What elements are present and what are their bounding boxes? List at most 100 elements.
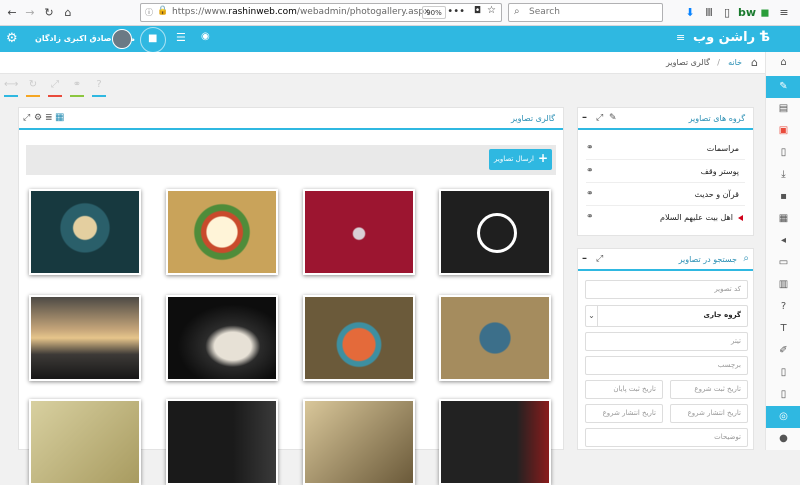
fullscreen-icon[interactable]: ⤢ xyxy=(48,79,62,97)
label-field[interactable]: برچسب xyxy=(585,356,748,375)
sidebar-grid-icon[interactable]: ▦ xyxy=(766,208,800,230)
title-field[interactable]: تیتر xyxy=(585,332,748,351)
hamburger-icon[interactable]: ≡ xyxy=(676,31,685,44)
chevron-down-icon[interactable]: ⌄ xyxy=(586,306,598,326)
list-view-icon[interactable]: ≣ xyxy=(45,113,53,123)
gallery-image[interactable] xyxy=(166,399,278,485)
sidebar-copy-icon[interactable]: ▯ xyxy=(766,384,800,406)
list-item[interactable]: پوستر وقف ⚭ xyxy=(586,161,745,183)
image-search-title: جستجو در تصاویر xyxy=(678,255,737,264)
search-bar[interactable]: ⌕ xyxy=(508,3,663,22)
gallery-image[interactable] xyxy=(166,295,278,381)
link-icon[interactable]: ⚭ xyxy=(586,212,594,222)
zoom-level[interactable]: 90% xyxy=(422,6,446,19)
image-groups-header: گروه های تصاویر – ⤢ ✎ xyxy=(578,108,753,130)
registration-start-field[interactable]: تاریخ ثبت شروع xyxy=(670,380,748,399)
url-text[interactable]: https://www.rashinweb.com/webadmin/photo… xyxy=(172,7,429,17)
browser-toolbar: ← → ↻ ⌂ ⓘ 🔒 https://www.rashinweb.com/we… xyxy=(0,0,800,26)
link-icon[interactable]: ⚭ xyxy=(70,79,84,97)
gallery-image[interactable] xyxy=(29,295,141,381)
search-icon: ⌕ xyxy=(514,6,520,17)
search-icon: ⌕ xyxy=(743,253,749,264)
forward-icon[interactable]: → xyxy=(22,5,38,21)
help-icon[interactable]: ? xyxy=(92,79,106,97)
publish-end-field[interactable]: تاریخ انتشار شروع xyxy=(585,404,663,423)
chat-icon: ■ xyxy=(148,33,158,44)
sidebar-pin-icon[interactable]: ✐ xyxy=(766,340,800,362)
messages-button[interactable]: ■ xyxy=(140,27,166,53)
gallery-image[interactable] xyxy=(439,189,551,275)
gallery-image[interactable] xyxy=(303,189,415,275)
edit-icon[interactable]: ✎ xyxy=(609,113,617,123)
sidebar-home-icon[interactable]: ⌂ xyxy=(766,52,800,74)
gear-icon[interactable]: ⚙ xyxy=(6,31,18,46)
gallery-image[interactable] xyxy=(166,189,278,275)
expand-icon[interactable]: ⤢ xyxy=(596,113,603,123)
list-item[interactable]: اهل بیت علیهم السلام ⚭ xyxy=(586,207,745,229)
link-icon[interactable]: ⚭ xyxy=(586,189,594,199)
breadcrumb-home[interactable]: خانه xyxy=(728,58,742,67)
menu-icon[interactable]: ≡ xyxy=(776,5,792,21)
sidebar-edit-icon[interactable]: ✎ xyxy=(766,76,800,98)
extension-tag-icon[interactable]: ◼ xyxy=(757,5,773,21)
grid-view-icon[interactable]: ▦ xyxy=(55,112,64,123)
pocket-icon[interactable]: ◘ xyxy=(474,6,481,16)
back-icon[interactable]: ← xyxy=(4,5,20,21)
settings-icon[interactable]: ⚙ xyxy=(34,113,42,123)
search-input[interactable] xyxy=(529,7,649,17)
sidebar-document-icon[interactable]: ▯ xyxy=(766,142,800,164)
collapse-icon[interactable]: – xyxy=(582,112,587,123)
more-actions-icon[interactable]: ••• xyxy=(447,6,465,17)
publish-start-field[interactable]: تاریخ انتشار شروع xyxy=(670,404,748,423)
bookmark-star-icon[interactable]: ☆ xyxy=(487,5,496,16)
link-icon[interactable]: ⚭ xyxy=(586,143,594,153)
sidebar-card-icon[interactable]: ▤ xyxy=(766,98,800,120)
sidebar-question-icon[interactable]: ? xyxy=(766,296,800,318)
sidebar-save-icon[interactable]: ▪ xyxy=(766,186,800,208)
sidebar-layout-icon[interactable]: ▥ xyxy=(766,274,800,296)
info-icon[interactable]: ⓘ xyxy=(145,7,153,18)
expand-icon[interactable]: ⤢ xyxy=(596,254,603,264)
gallery-image[interactable] xyxy=(439,295,551,381)
sidebar-volume-icon[interactable]: ◂ xyxy=(766,230,800,252)
sidebar-image-icon[interactable]: ▣ xyxy=(766,120,800,142)
list-item[interactable]: قرآن و حدیث ⚭ xyxy=(586,184,745,206)
notifications-icon[interactable]: ☰ xyxy=(176,31,186,44)
home-icon[interactable]: ⌂ xyxy=(60,5,76,21)
breadcrumb-home-icon[interactable]: ⌂ xyxy=(751,56,758,69)
download-icon[interactable]: ⬇ xyxy=(682,5,698,21)
description-field[interactable]: توضیحات xyxy=(585,428,748,447)
send-images-label: ارسال تصاویر xyxy=(494,155,534,163)
address-bar[interactable]: ⓘ 🔒 https://www.rashinweb.com/webadmin/p… xyxy=(140,3,502,22)
sidebar-user-icon[interactable]: ● xyxy=(766,428,800,450)
collapse-icon[interactable]: – xyxy=(582,253,587,264)
registration-end-field[interactable]: تاریخ ثبت پایان xyxy=(585,380,663,399)
link-icon[interactable]: ⚭ xyxy=(586,166,594,176)
sidebar-download-icon[interactable]: ⤓ xyxy=(766,164,800,186)
sidebar-support-icon[interactable]: ◎ xyxy=(766,406,800,428)
reload-icon[interactable]: ↻ xyxy=(41,5,57,21)
image-groups-panel: گروه های تصاویر – ⤢ ✎ مراسمات ⚭ پوستر وق… xyxy=(577,107,754,236)
extension-icon[interactable]: bw xyxy=(738,5,756,21)
gallery-image[interactable] xyxy=(29,189,141,275)
gallery-image[interactable] xyxy=(439,399,551,485)
gallery-image[interactable] xyxy=(303,399,415,485)
sidebar-file-icon[interactable]: ▯ xyxy=(766,362,800,384)
breadcrumb: ⌂ خانه / گالری تصاویر xyxy=(0,52,765,74)
gallery-image[interactable] xyxy=(303,295,415,381)
image-code-field[interactable]: کد تصویر xyxy=(585,280,748,299)
refresh-icon[interactable]: ↻ xyxy=(26,79,40,97)
expand-icon[interactable]: ⤢ xyxy=(23,113,30,123)
logo[interactable]: راشن وب ѣ xyxy=(693,29,770,45)
gallery-image[interactable] xyxy=(29,399,141,485)
send-images-button[interactable]: + ارسال تصاویر xyxy=(489,149,552,170)
sidebar-text-icon[interactable]: T xyxy=(766,318,800,340)
avatar[interactable] xyxy=(112,29,132,49)
shrink-icon[interactable]: ⟷ xyxy=(4,79,18,97)
sidebar-toggle-icon[interactable]: ▯ xyxy=(719,5,735,21)
group-select[interactable]: گروه جاری ⌄ xyxy=(585,305,748,327)
sidebar-monitor-icon[interactable]: ▭ xyxy=(766,252,800,274)
list-item[interactable]: مراسمات ⚭ xyxy=(586,138,745,160)
globe-icon[interactable]: ◉ xyxy=(201,31,210,42)
library-icon[interactable]: Ⅲ xyxy=(701,5,717,21)
